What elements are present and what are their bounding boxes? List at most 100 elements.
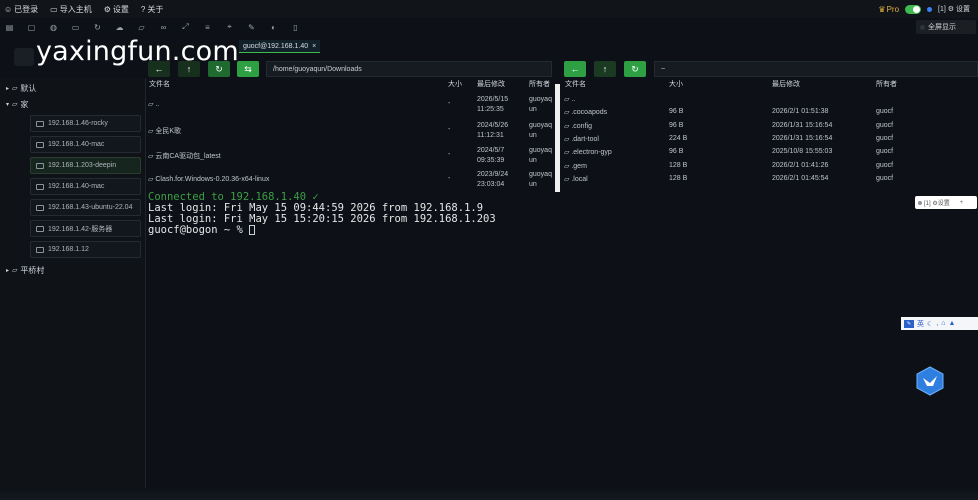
theme-toggle[interactable] <box>905 4 922 14</box>
server-icon <box>36 183 44 190</box>
group-label: 默认 <box>20 83 37 93</box>
host-item[interactable]: 192.168.1.42-服务器 <box>30 220 141 237</box>
host-item[interactable]: 192.168.1.43-ubuntu-22.04 <box>30 199 141 216</box>
terminal-line: Last login: Fri May 15 15:20:15 2026 fro… <box>148 213 496 225</box>
group-label: 平桥村 <box>20 265 45 275</box>
floating-session-tab[interactable]: [1] ⚙设置 + <box>915 196 977 209</box>
crown-icon: ♛ <box>878 4 886 14</box>
group-label: 家 <box>20 99 29 109</box>
column-header-size[interactable]: 大小 <box>448 79 462 89</box>
column-header-modified[interactable]: 最后修改 <box>477 79 505 89</box>
host-sidebar: ▸ ▱ 默认 ▾ ▱ 家 192.168.1.46-rocky 192.168.… <box>0 78 146 500</box>
folder-icon: ▱ <box>564 149 570 156</box>
column-header-name[interactable]: 文件名 <box>149 79 170 89</box>
right-upload-button[interactable]: ↑ <box>594 61 616 77</box>
server-icon <box>36 246 44 253</box>
session-settings-label[interactable]: [1] ⚙ 设置 <box>938 4 970 14</box>
menu-import-host[interactable]: ▭ 导入主机 <box>50 4 92 15</box>
arrow-left-icon: ← <box>570 64 580 74</box>
close-icon[interactable]: × <box>312 43 316 50</box>
help-icon: ? <box>140 4 146 14</box>
ime-language[interactable]: 英 <box>917 319 924 329</box>
folder-icon: ▱ <box>148 176 154 183</box>
host-item-active[interactable]: 192.168.1.203-deepin <box>30 157 141 174</box>
tab-label: guocf@192.168.1.40 <box>243 42 309 50</box>
host-item[interactable]: 192.168.1.12 <box>30 241 141 258</box>
left-pane-scrollbar[interactable] <box>555 84 560 192</box>
host-item[interactable]: 192.168.1.40-mac <box>30 136 141 153</box>
terminal-prompt: guocf@bogon ~ % <box>148 224 250 236</box>
comma-icon[interactable]: , <box>936 320 938 327</box>
palette-icon[interactable]: ◐ <box>268 22 279 33</box>
group-pingqiao[interactable]: ▸ ▱ 平桥村 <box>0 262 145 278</box>
chevron-right-icon: ▸ <box>6 267 10 274</box>
status-dot-icon <box>918 200 922 205</box>
ime-logo-icon: ✎ <box>904 319 914 328</box>
expand-icon[interactable]: ⤢ <box>180 22 191 33</box>
arrow-up-icon: ↑ <box>186 64 192 74</box>
host-item[interactable]: 192.168.1.40-mac <box>30 178 141 195</box>
globe-icon[interactable]: ◍ <box>48 22 59 33</box>
icon-toolbar: ▤ ▢ ◍ ▭ ↻ ☁ ▱ ∞ ⤢ ≡ ⌖ ✎ ◐ ▯ <box>0 20 978 34</box>
moon-icon[interactable]: ☾ <box>927 320 933 328</box>
menu-about[interactable]: ? 关于 <box>141 4 163 15</box>
folder-icon: ▱ <box>12 267 18 274</box>
group-default[interactable]: ▸ ▱ 默认 <box>0 80 145 96</box>
folder-icon: ▱ <box>148 128 154 135</box>
right-path-input[interactable]: ~ <box>654 61 978 77</box>
home-icon[interactable]: ⌂ <box>941 320 945 327</box>
terminal-prompt-line[interactable]: guocf@bogon ~ % <box>148 225 978 236</box>
pro-badge[interactable]: ♛ Pro <box>878 5 899 14</box>
folder-icon: ▱ <box>564 136 570 143</box>
host-item[interactable]: 192.168.1.46-rocky <box>30 115 141 132</box>
host-search-box[interactable] <box>14 48 34 66</box>
menu-settings[interactable]: ⚙ 设置 <box>104 4 129 15</box>
right-back-button[interactable]: ← <box>564 61 586 77</box>
wrench-icon[interactable]: ✎ <box>246 22 257 33</box>
server-icon <box>36 162 44 169</box>
fullscreen-popup[interactable]: 全屏显示 <box>916 20 976 34</box>
left-path-input[interactable]: /home/guoyaqun/Downloads <box>266 61 552 77</box>
server-icon <box>36 120 44 127</box>
folder-icon: ▱ <box>12 85 18 92</box>
column-header-name[interactable]: 文件名 <box>565 79 586 89</box>
assistant-bird-icon[interactable] <box>916 366 944 396</box>
fullscreen-label: 全屏显示 <box>928 24 956 31</box>
tag-icon[interactable]: ⌖ <box>224 22 235 33</box>
column-header-owner[interactable]: 所有者 <box>529 79 550 89</box>
server-icon[interactable]: ▤ <box>4 22 15 33</box>
link-icon[interactable]: ∞ <box>158 22 169 33</box>
tab-session[interactable]: guocf@192.168.1.40 × <box>239 40 321 53</box>
plus-icon[interactable]: + <box>960 200 964 206</box>
column-header-size[interactable]: 大小 <box>669 79 683 89</box>
folder-icon: ▱ <box>12 101 18 108</box>
cloud-icon[interactable]: ☁ <box>114 22 125 33</box>
column-header-modified[interactable]: 最后修改 <box>772 79 800 89</box>
popup-dot-icon <box>920 24 925 30</box>
document-icon[interactable]: ▯ <box>290 22 301 33</box>
top-menu-bar: ☺ 已登录 ▭ 导入主机 ⚙ 设置 ? 关于 ♛ Pro [1] ⚙ 设置 <box>0 0 978 18</box>
upload-button[interactable]: ↑ <box>178 61 200 77</box>
folder-icon: ▱ <box>564 123 570 130</box>
group-home[interactable]: ▾ ▱ 家 <box>0 96 145 112</box>
shirt-icon[interactable]: ▲ <box>948 320 955 327</box>
monitor-icon[interactable]: ▭ <box>70 22 81 33</box>
right-file-pane: 文件名 大小 最后修改 所有者 ▱ .. ▱ .cocoapods 96 B 2… <box>564 79 897 183</box>
chat-icon[interactable]: ▢ <box>26 22 37 33</box>
sync-icon[interactable]: ↻ <box>92 22 103 33</box>
refresh-button[interactable]: ↻ <box>208 61 230 77</box>
server-icon <box>36 225 44 232</box>
terminal-output[interactable]: Connected to 192.168.1.40 ✓ Last login: … <box>148 192 978 236</box>
folder-icon: ▱ <box>564 163 570 170</box>
folder-icon[interactable]: ▱ <box>136 22 147 33</box>
menu-logged-in[interactable]: ☺ 已登录 <box>4 4 38 15</box>
refresh-icon: ↻ <box>631 63 639 74</box>
import-icon: ▭ <box>50 4 58 14</box>
column-header-owner[interactable]: 所有者 <box>876 79 897 89</box>
back-button[interactable]: ← <box>148 61 170 77</box>
right-refresh-button[interactable]: ↻ <box>624 61 646 77</box>
list-icon[interactable]: ≡ <box>202 22 213 33</box>
folder-icon: ▱ <box>564 109 570 116</box>
ime-toolbar[interactable]: ✎ 英 ☾ , ⌂ ▲ <box>901 317 978 330</box>
toggle-sync-button[interactable]: ⇆ <box>237 61 259 77</box>
